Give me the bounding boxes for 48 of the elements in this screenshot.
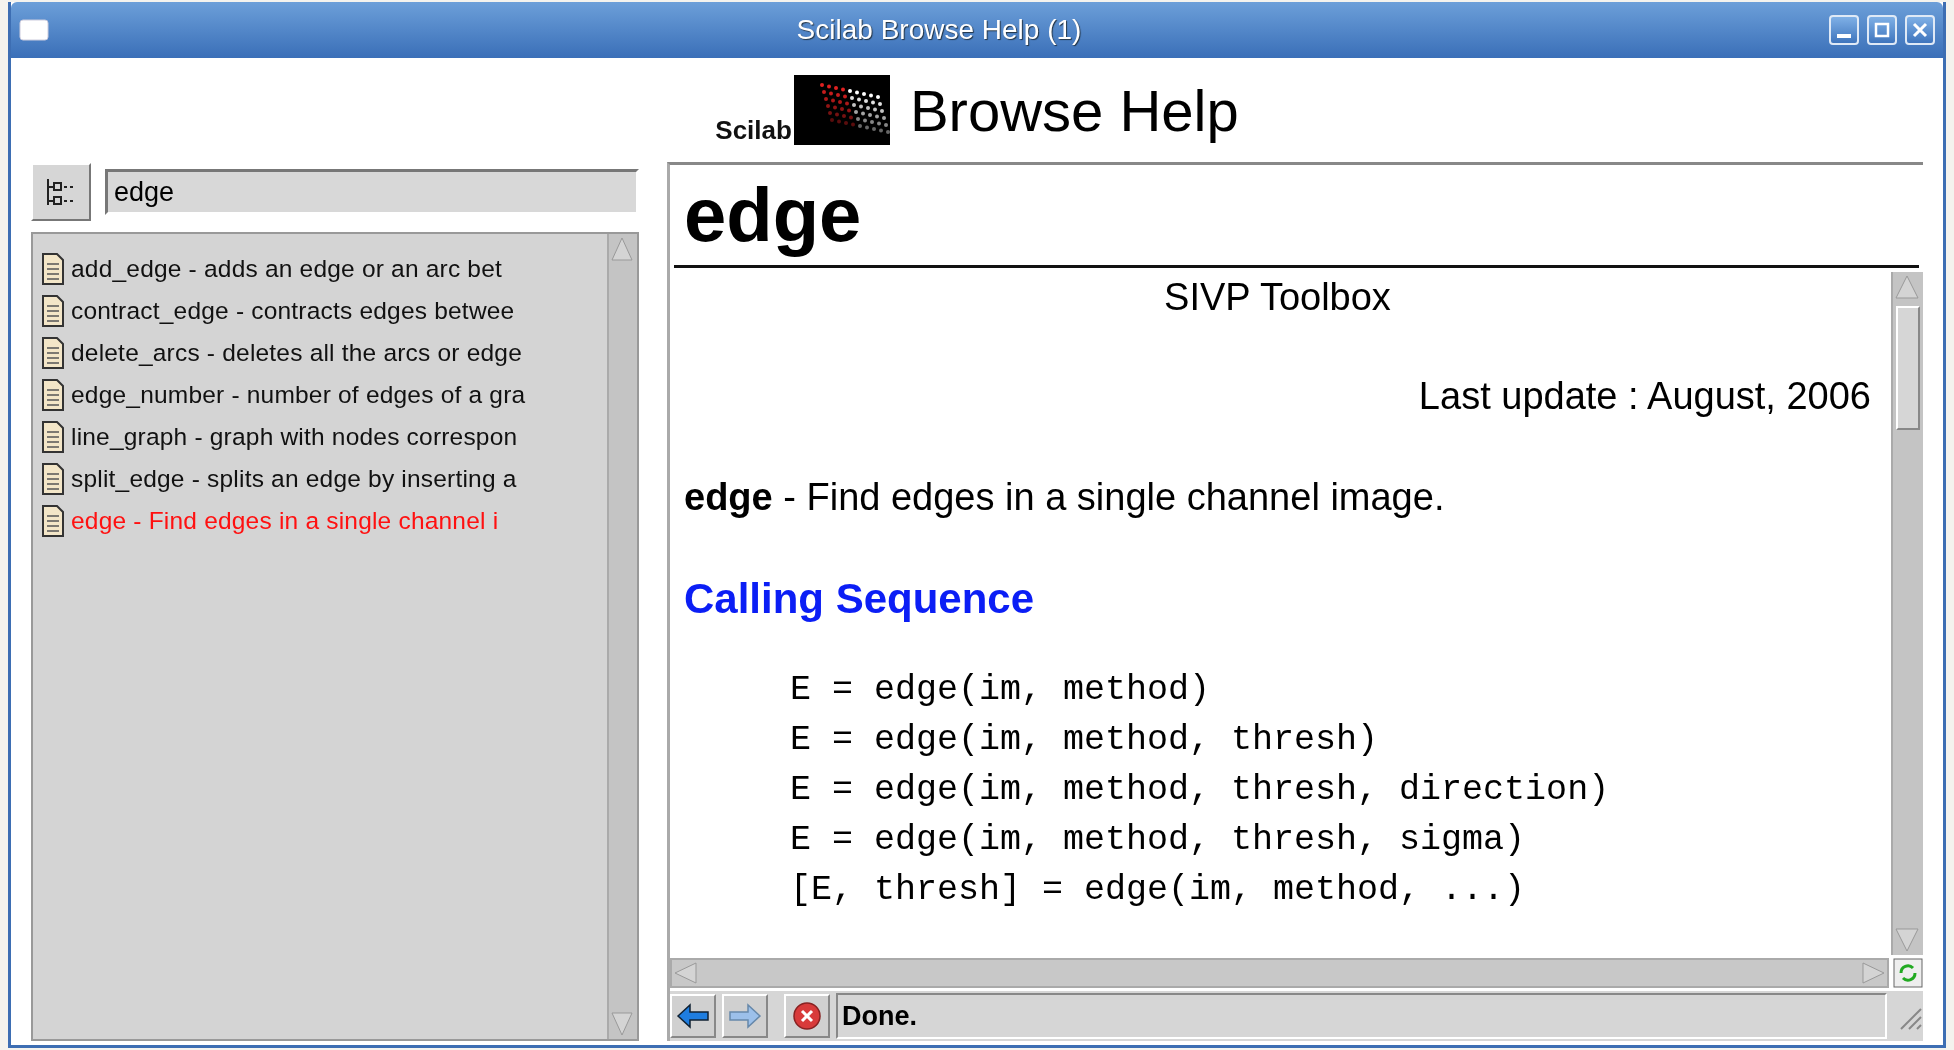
document-icon	[41, 252, 65, 286]
minimize-icon	[1837, 34, 1851, 38]
code-line: E = edge(im, method, thresh)	[790, 719, 1380, 762]
page-heading: edge	[684, 171, 863, 259]
back-button[interactable]	[670, 994, 716, 1038]
search-field[interactable]: edge	[105, 169, 639, 215]
code-line: E = edge(im, method)	[790, 669, 1212, 712]
result-item[interactable]: line_graph - graph with nodes correspon	[41, 416, 607, 458]
close-button[interactable]	[1905, 15, 1935, 45]
result-item[interactable]: split_edge - splits an edge by inserting a	[41, 458, 607, 500]
result-item[interactable]: contract_edge - contracts edges betwee	[41, 290, 607, 332]
stop-icon	[792, 1001, 822, 1031]
document-icon	[41, 294, 65, 328]
minimize-button[interactable]	[1829, 15, 1859, 45]
toolbox-name: SIVP Toolbox	[1163, 275, 1392, 319]
document-icon	[41, 336, 65, 370]
status-text: Done.	[836, 993, 1887, 1039]
summary-text: edge - Find edges in a single channel image.	[684, 476, 1446, 519]
back-arrow-icon	[676, 1003, 710, 1029]
scrollbar[interactable]	[1891, 272, 1923, 955]
window-title: Scilab Browse Help (1)	[795, 14, 1083, 46]
code-line: E = edge(im, method, thresh, sigma)	[790, 819, 1527, 862]
horizontal-scrollbar[interactable]	[670, 958, 1889, 988]
refresh-icon[interactable]	[1893, 958, 1923, 988]
forward-arrow-icon	[728, 1003, 762, 1029]
scroll-right-icon	[1859, 961, 1887, 985]
logo-text: Scilab	[715, 115, 792, 145]
scroll-left-icon	[672, 961, 700, 985]
document-icon	[41, 462, 65, 496]
result-item[interactable]: add_edge - adds an edge or an arc bet	[41, 248, 607, 290]
code-line: [E, thresh] = edge(im, method, ...)	[790, 869, 1527, 912]
section-heading: Calling Sequence	[684, 575, 1036, 623]
document-icon	[41, 504, 65, 538]
maximize-button[interactable]	[1867, 15, 1897, 45]
tree-view-button[interactable]	[31, 163, 91, 221]
result-item[interactable]: edge_number - number of edges of a gra	[41, 374, 607, 416]
scrollbar[interactable]	[607, 234, 637, 1039]
last-update: Last update : August, 2006	[1417, 375, 1871, 418]
document-icon	[41, 420, 65, 454]
close-icon	[1912, 22, 1928, 38]
code-line: E = edge(im, method, thresh, direction)	[790, 769, 1611, 812]
page-title: Browse Help	[909, 76, 1239, 144]
stop-button[interactable]	[784, 994, 830, 1038]
scroll-thumb[interactable]	[1896, 306, 1920, 430]
result-item[interactable]: delete_arcs - deletes all the arcs or edge	[41, 332, 607, 374]
window-menu-icon[interactable]	[19, 19, 49, 41]
document-icon	[41, 378, 65, 412]
maximize-icon	[1874, 22, 1890, 38]
